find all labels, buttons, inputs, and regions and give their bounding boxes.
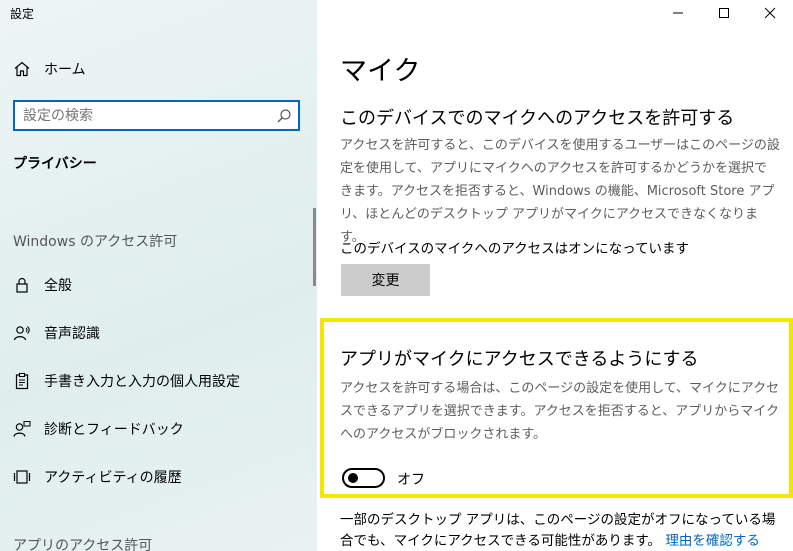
sidebar-item-handwriting[interactable]: 手書き入力と入力の個人用設定 — [0, 361, 317, 401]
sidebar-item-activity-history[interactable]: アクティビティの履歴 — [0, 457, 317, 497]
app-access-description: アクセスを許可する場合は、このページの設定を使用して、マイクにアクセスできるアプ… — [340, 381, 780, 442]
activity-icon — [13, 468, 31, 486]
minimize-button[interactable] — [655, 0, 701, 26]
sidebar-item-label: 手書き入力と入力の個人用設定 — [44, 374, 240, 390]
sidebar-item-speech[interactable]: 音声認識 — [0, 313, 317, 353]
lock-icon — [13, 276, 31, 294]
sidebar-scrollbar[interactable] — [313, 208, 316, 286]
minimize-icon — [672, 4, 684, 23]
toggle-knob — [348, 473, 358, 483]
app-access-heading: アプリがマイクにアクセスできるようにする — [340, 349, 699, 370]
device-access-heading: このデバイスでのマイクへのアクセスを許可する — [340, 108, 735, 129]
group-heading-apps: アプリのアクセス許可 — [13, 538, 153, 551]
sidebar-item-label: アクティビティの履歴 — [44, 470, 182, 486]
sidebar-item-label: 音声認識 — [44, 326, 100, 342]
sidebar-item-label: ホーム — [44, 62, 86, 78]
home-icon — [13, 60, 31, 78]
toggle-state-label: オフ — [397, 472, 425, 488]
search-icon[interactable] — [276, 108, 292, 124]
page-title: マイク — [340, 56, 421, 87]
app-title: 設定 — [10, 7, 35, 21]
speech-icon — [13, 324, 31, 342]
app-access-toggle[interactable] — [342, 468, 385, 488]
sidebar-item-label: 診断とフィードバック — [44, 422, 184, 438]
search-input[interactable] — [15, 102, 265, 129]
section-title: プライバシー — [13, 156, 97, 172]
maximize-icon — [718, 4, 730, 23]
change-button[interactable]: 変更 — [341, 264, 430, 296]
sidebar-item-home[interactable]: ホーム — [0, 49, 317, 89]
group-heading-windows: Windows のアクセス許可 — [13, 234, 178, 250]
sidebar: 設定 ホーム プライバシー Windows のアクセス許可 全般 音声認識 手書… — [0, 0, 317, 551]
close-button[interactable] — [747, 0, 793, 26]
maximize-button[interactable] — [701, 0, 747, 26]
sidebar-item-diagnostics[interactable]: 診断とフィードバック — [0, 409, 317, 449]
close-icon — [764, 4, 776, 23]
sidebar-item-label: 全般 — [44, 278, 72, 294]
device-access-description: アクセスを許可すると、このデバイスを使用するユーザーはこのページの設定を使用して… — [340, 138, 780, 245]
search-box[interactable] — [13, 100, 300, 131]
feedback-icon — [13, 420, 31, 438]
learn-why-link[interactable]: 理由を確認する — [665, 533, 760, 549]
clipboard-icon — [13, 372, 31, 390]
main-content: マイク このデバイスでのマイクへのアクセスを許可する アクセスを許可すると、この… — [317, 0, 793, 551]
sidebar-item-general[interactable]: 全般 — [0, 265, 317, 305]
footer-note: 一部のデスクトップ アプリは、このページの設定がオフになっている場合でも、マイク… — [340, 510, 780, 551]
device-access-status: このデバイスのマイクへのアクセスはオンになっています — [340, 241, 689, 257]
